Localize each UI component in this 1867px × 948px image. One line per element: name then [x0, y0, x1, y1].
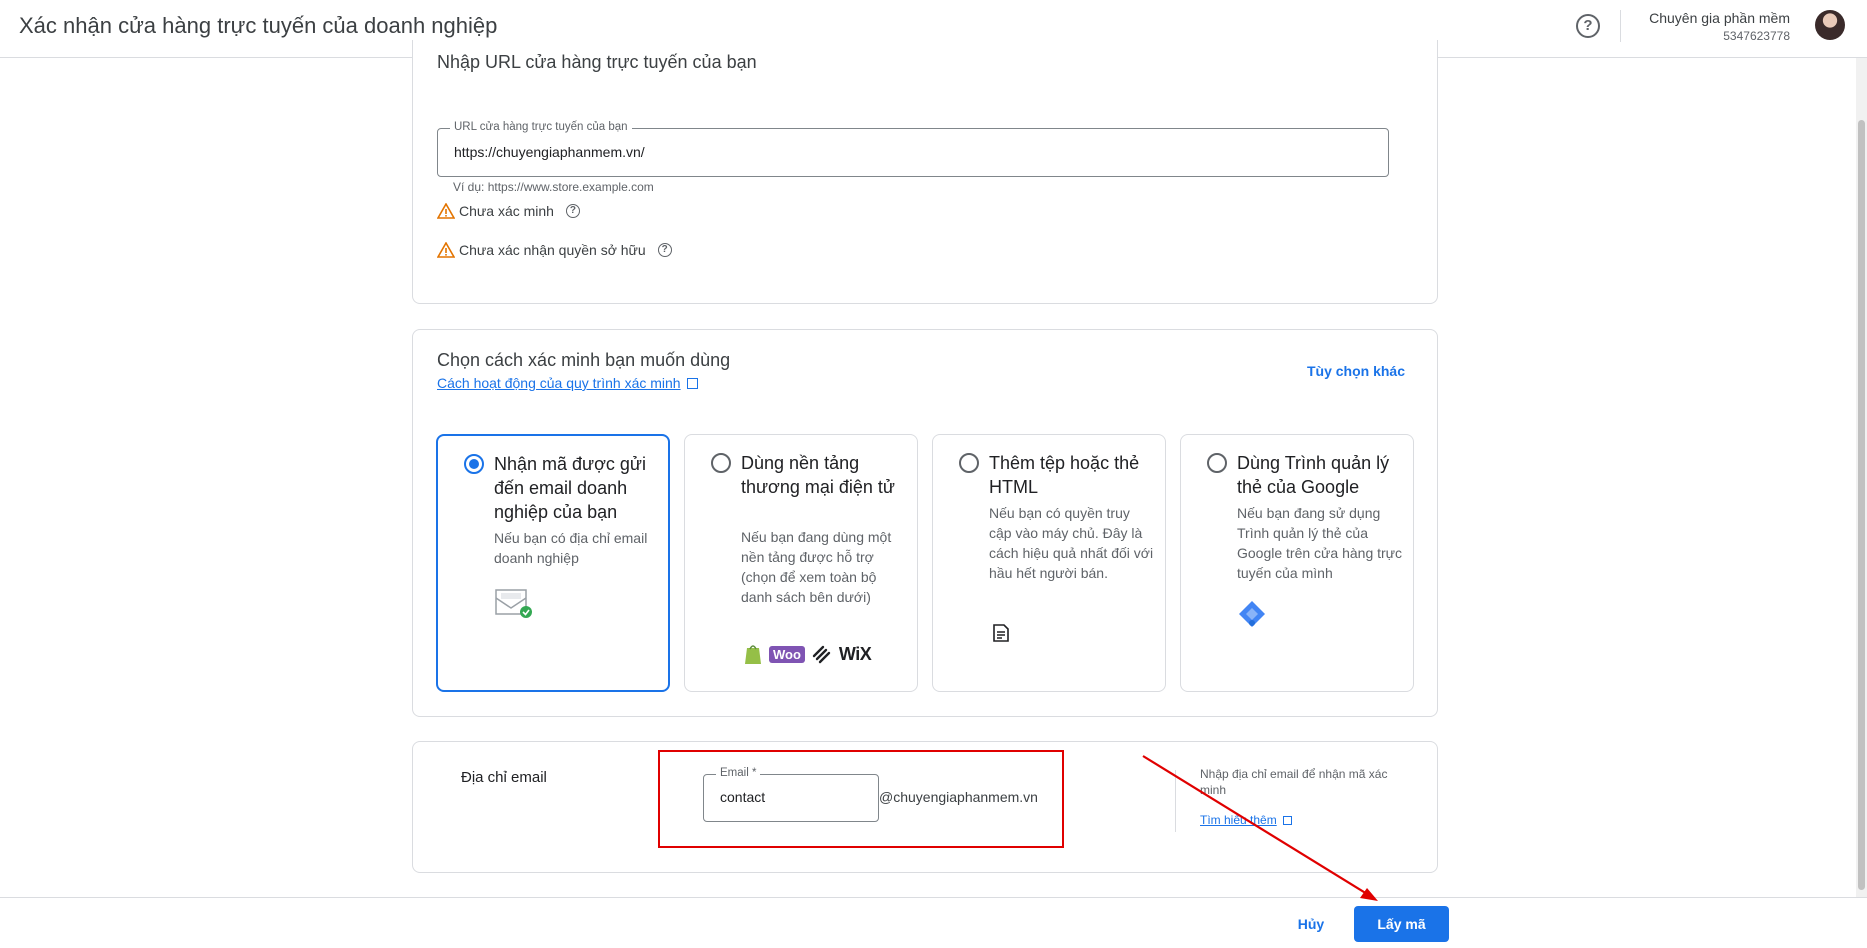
email-field-value[interactable]: contact: [720, 789, 765, 805]
header-divider: [1620, 10, 1621, 42]
learn-more-link-text[interactable]: Tìm hiểu thêm: [1200, 813, 1277, 827]
google-tag-manager-icon: [1239, 601, 1265, 627]
url-hint: Ví dụ: https://www.store.example.com: [453, 180, 654, 194]
scrollbar-thumb[interactable]: [1858, 120, 1865, 890]
help-circle-icon[interactable]: ?: [1576, 14, 1600, 38]
how-it-works-link[interactable]: Cách hoạt động của quy trình xác minh: [437, 375, 698, 393]
squarespace-icon: [812, 645, 831, 664]
warning-icon: [437, 242, 455, 258]
email-verified-icon: [495, 589, 532, 618]
email-help-text: Nhập địa chỉ email để nhận mã xác minh: [1200, 767, 1388, 797]
option-html-desc: Nếu bạn có quyền truy cập vào máy chủ. Đ…: [989, 505, 1154, 581]
option-html-title: Thêm tệp hoặc thẻ HTML: [989, 453, 1140, 497]
store-url-input[interactable]: URL cửa hàng trực tuyến của bạn https://…: [437, 121, 1389, 177]
cancel-button[interactable]: Hủy: [1290, 912, 1332, 936]
email-section-label: Địa chỉ email: [461, 769, 547, 786]
option-email-desc: Nếu bạn có địa chỉ email doanh nghiệp: [494, 530, 648, 566]
radio-html[interactable]: [959, 453, 979, 473]
email-domain-suffix: @chuyengiaphanmem.vn: [879, 789, 1038, 805]
status-unverified: Chưa xác minh ?: [437, 203, 580, 219]
platform-logos: Woo WiX: [743, 643, 872, 665]
option-email-title: Nhận mã được gửi đến email doanh nghiệp …: [494, 454, 646, 522]
status-unverified-label: Chưa xác minh: [459, 203, 554, 219]
url-section-title: Nhập URL cửa hàng trực tuyến của bạn: [437, 52, 757, 72]
document-icon: [993, 624, 1009, 642]
footer-bar: [0, 897, 1867, 948]
open-in-new-icon: [1282, 816, 1292, 826]
open-in-new-icon: [686, 378, 698, 390]
radio-email[interactable]: [464, 454, 484, 474]
help-icon[interactable]: ?: [565, 204, 580, 218]
radio-ecommerce[interactable]: [711, 453, 731, 473]
option-html[interactable]: Thêm tệp hoặc thẻ HTML Nếu bạn có quyền …: [932, 434, 1166, 692]
email-field[interactable]: Email * contact: [703, 767, 879, 822]
how-it-works-link-text[interactable]: Cách hoạt động của quy trình xác minh: [437, 375, 681, 391]
page-title: Xác nhận cửa hàng trực tuyến của doanh n…: [19, 13, 498, 38]
store-url-label: URL cửa hàng trực tuyến của bạn: [450, 121, 632, 133]
status-unclaimed: Chưa xác nhận quyền sở hữu ?: [437, 242, 672, 258]
learn-more-link[interactable]: Tìm hiểu thêm: [1200, 813, 1292, 827]
store-url-value[interactable]: https://chuyengiaphanmem.vn/: [454, 144, 645, 160]
account-name[interactable]: Chuyên gia phần mềm: [1649, 10, 1790, 26]
wix-logo: WiX: [838, 643, 872, 664]
option-ecommerce-platform[interactable]: Dùng nền tảng thương mại điện tử Nếu bạn…: [684, 434, 918, 692]
radio-tag-manager[interactable]: [1207, 453, 1227, 473]
method-section-title: Chọn cách xác minh bạn muốn dùng: [437, 350, 731, 370]
option-tag-manager-desc: Nếu bạn đang sử dụng Trình quản lý thẻ c…: [1237, 505, 1403, 581]
option-ecommerce-desc: Nếu bạn đang dùng một nền tảng được hỗ t…: [741, 529, 892, 605]
more-options-button[interactable]: Tùy chọn khác: [1307, 363, 1405, 379]
shopify-icon: [745, 645, 761, 664]
option-ecommerce-title: Dùng nền tảng thương mại điện tử: [741, 453, 895, 497]
status-unclaimed-label: Chưa xác nhận quyền sở hữu: [459, 242, 646, 258]
verification-method-card: Chọn cách xác minh bạn muốn dùng Cách ho…: [412, 329, 1438, 717]
option-email[interactable]: Nhận mã được gửi đến email doanh nghiệp …: [436, 434, 670, 692]
get-code-button[interactable]: Lấy mã: [1354, 906, 1449, 942]
account-id: 5347623778: [1723, 29, 1790, 43]
side-divider: [1175, 770, 1176, 832]
woo-logo: Woo: [769, 645, 805, 663]
email-field-label: Email *: [716, 767, 761, 779]
option-tag-manager-title: Dùng Trình quản lý thẻ của Google: [1237, 453, 1390, 497]
warning-icon: [437, 203, 455, 219]
email-section-card: Địa chỉ email Email * contact @chuyengia…: [412, 741, 1438, 873]
help-icon[interactable]: ?: [657, 243, 672, 257]
option-tag-manager[interactable]: Dùng Trình quản lý thẻ của Google Nếu bạ…: [1180, 434, 1414, 692]
avatar[interactable]: [1815, 10, 1845, 40]
url-section-card: Nhập URL cửa hàng trực tuyến của bạn URL…: [412, 40, 1438, 304]
